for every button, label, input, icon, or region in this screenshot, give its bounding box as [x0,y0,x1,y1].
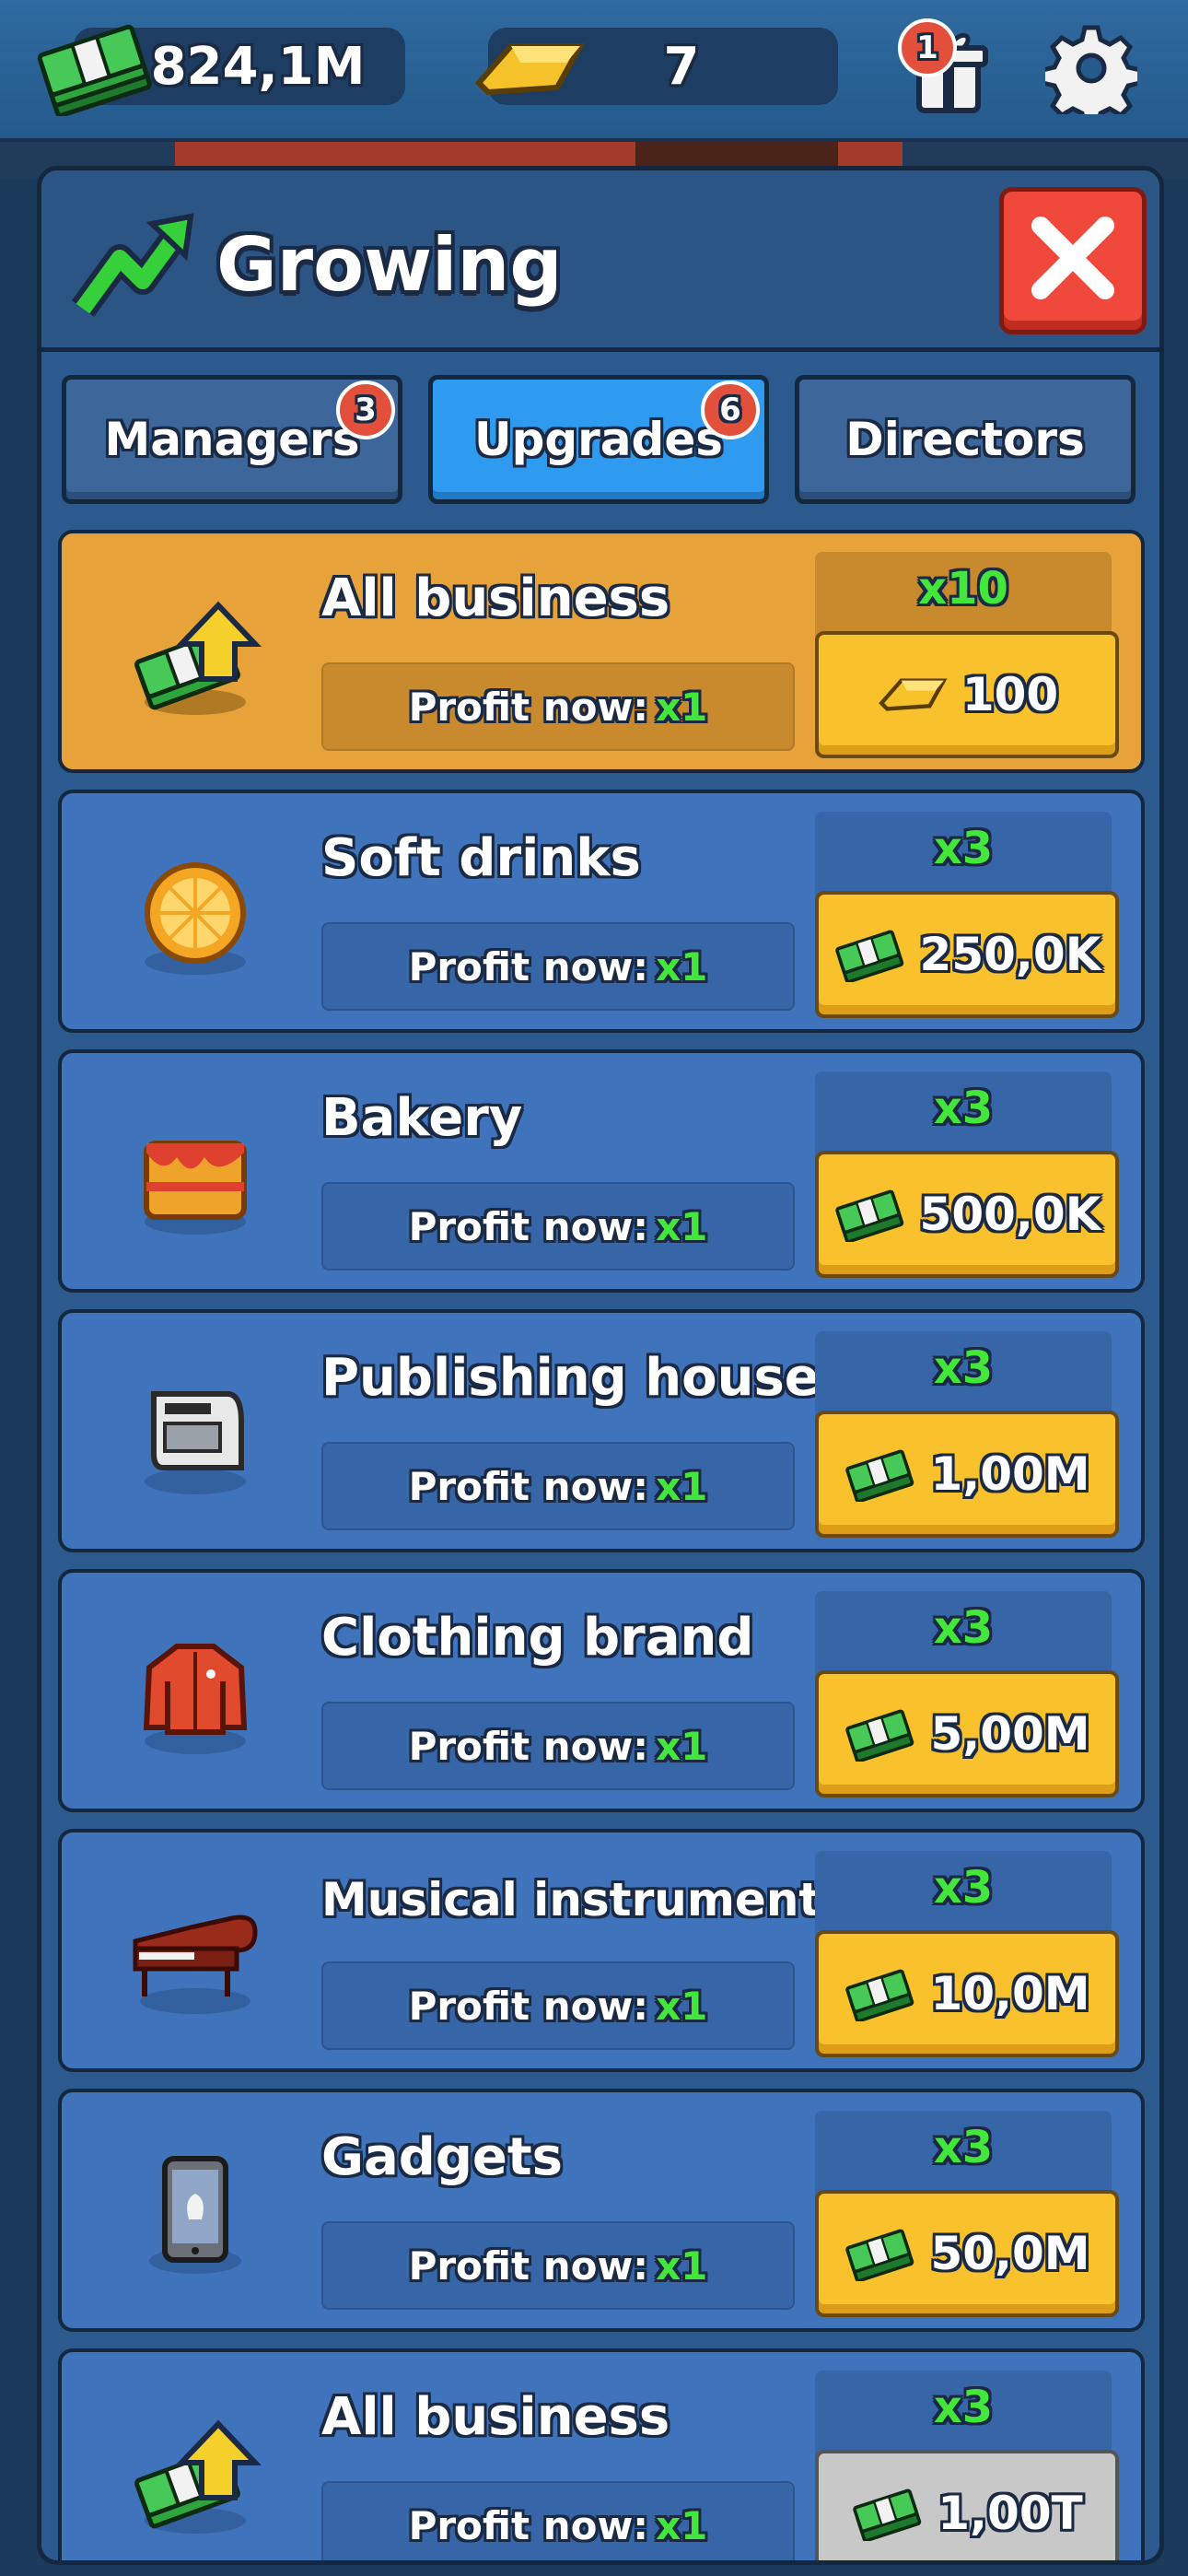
upgrade-card: Publishing house Profit now: x1 x3 1,00M [58,1309,1145,1552]
profit-now: Profit now: x1 [321,1961,795,2050]
buy-button[interactable]: 500,0K [815,1151,1119,1278]
upgrade-name: Musical instruments [321,1873,849,1926]
buy-button[interactable]: 100 [815,631,1119,758]
profit-now: Profit now: x1 [321,1442,795,1530]
upgrade-card: All business Profit now: x1 x10 100 [58,530,1145,773]
managers-badge: 3 [336,381,395,439]
profit-label: Profit now: [408,1203,649,1249]
orange-slice-icon [145,862,246,975]
upgrade-card: Musical instruments Profit now: x1 x3 10… [58,1829,1145,2072]
upgrade-name: All business [321,2387,670,2447]
upgrade-multiplier: x3 [933,1083,994,1134]
upgrade-name: Publishing house [321,1348,820,1408]
buy-price: 50,0M [930,2227,1090,2280]
profit-value: x1 [656,684,708,730]
cash-stack-icon [834,1189,903,1242]
cake-icon [144,1141,247,1235]
close-icon [1031,217,1114,299]
upgrade-card: Clothing brand Profit now: x1 x3 5,00M [58,1569,1145,1812]
profit-label: Profit now: [408,1723,649,1769]
upgrades-list[interactable]: All business Profit now: x1 x10 100 Soft… [41,530,1159,2560]
tab-managers-label: Managers [104,413,360,466]
profit-value: x1 [656,1203,708,1249]
gear-icon[interactable] [1045,22,1137,114]
upgrade-name: Gadgets [321,2127,564,2187]
tab-upgrades-label: Upgrades [473,413,724,466]
tab-directors[interactable]: Directors [795,375,1136,504]
profit-now: Profit now: x1 [321,662,795,751]
cash-stack-icon [37,24,152,116]
buy-button[interactable]: 50,0M [815,2190,1119,2317]
upgrade-name: Clothing brand [321,1608,754,1668]
profit-value: x1 [656,1723,708,1769]
buy-price: 10,0M [930,1967,1090,2020]
buy-button[interactable]: 10,0M [815,1930,1119,2057]
upgrade-card: Soft drinks Profit now: x1 x3 250,0K [58,790,1145,1033]
buy-price: 1,00T [938,2487,1083,2540]
upgrade-card: All business Profit now: x1 x3 1,00T [58,2348,1145,2560]
buy-price: 100 [961,668,1059,721]
cash-stack-icon [845,1969,914,2021]
close-button[interactable] [999,187,1147,334]
profit-value: x1 [656,2242,708,2289]
tab-directors-label: Directors [845,413,1085,466]
panel-header: Growing [41,170,1159,352]
upgrade-card: Gadgets Profit now: x1 x3 50,0M [58,2089,1145,2332]
cash-stack-icon [834,930,903,982]
profit-now: Profit now: x1 [321,2481,795,2560]
gift-notification-badge: 1 [898,18,957,77]
profit-value: x1 [656,943,708,989]
growth-arrow-icon [71,213,194,317]
cash-stack-icon [845,2229,914,2281]
jacket-icon [143,1644,248,1754]
gold-bar-icon [879,678,948,711]
buy-button[interactable]: 5,00M [815,1670,1119,1797]
gold-bar-icon [474,43,586,96]
top-bar: 824,1M 7 1 [0,0,1188,142]
cash-stack-icon [845,1709,914,1762]
profit-label: Profit now: [408,1463,649,1509]
profit-now: Profit now: x1 [321,2221,795,2310]
panel-title: Growing [216,222,563,308]
upgrade-multiplier: x3 [933,1342,994,1394]
profit-now: Profit now: x1 [321,922,795,1011]
upgrade-multiplier: x10 [918,563,1008,615]
buy-price: 500,0K [919,1188,1101,1241]
smartphone-icon [149,2156,241,2274]
all-business-icon [134,2419,262,2534]
upgrades-badge: 6 [701,381,760,439]
upgrade-multiplier: x3 [933,2382,994,2433]
profit-label: Profit now: [408,684,649,730]
upgrade-card: Bakery Profit now: x1 x3 500,0K [58,1049,1145,1293]
buy-price: 1,00M [930,1447,1090,1501]
buy-price: 5,00M [930,1707,1090,1761]
upgrade-multiplier: x3 [933,2122,994,2173]
buy-button[interactable]: 250,0K [815,891,1119,1018]
all-business-icon [134,601,262,715]
profit-value: x1 [656,1463,708,1509]
profit-label: Profit now: [408,2502,649,2548]
profit-label: Profit now: [408,1983,649,2029]
profit-label: Profit now: [408,943,649,989]
buy-button[interactable]: 1,00M [815,1411,1119,1538]
profit-value: x1 [656,1983,708,2029]
newspaper-icon [145,1391,246,1494]
gold-value: 7 [663,36,700,97]
profit-label: Profit now: [408,2242,649,2289]
profit-now: Profit now: x1 [321,1182,795,1270]
piano-icon [133,1914,258,2014]
growing-panel: Growing Managers 3 Upgrades 6 Directors [37,166,1164,2565]
cash-stack-icon [845,1449,914,1502]
buy-button-disabled[interactable]: 1,00T [815,2450,1119,2560]
profit-now: Profit now: x1 [321,1702,795,1790]
buy-price: 250,0K [919,928,1101,981]
cash-stack-icon [853,2488,922,2541]
upgrade-multiplier: x3 [933,1862,994,1914]
upgrade-multiplier: x3 [933,823,994,874]
profit-value: x1 [656,2502,708,2548]
upgrade-multiplier: x3 [933,1602,994,1654]
upgrade-name: Soft drinks [321,828,641,888]
upgrade-name: All business [321,568,670,628]
upgrade-name: Bakery [321,1088,523,1148]
